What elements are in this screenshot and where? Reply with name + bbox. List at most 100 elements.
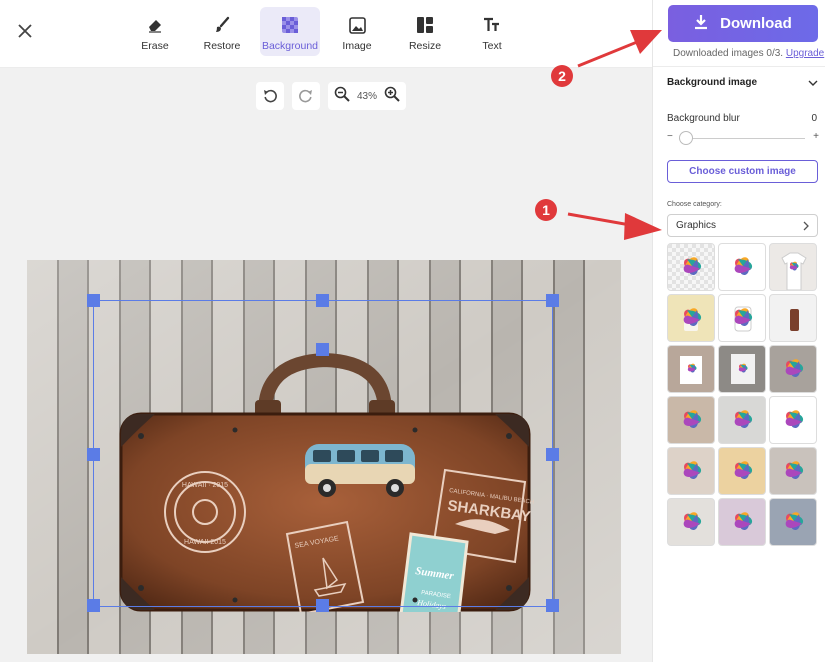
download-icon [694,14,708,34]
background-thumbnail[interactable] [667,243,715,291]
background-thumbnail[interactable] [667,447,715,495]
heart-logo-preview [683,512,702,530]
tool-restore-label: Restore [203,40,241,52]
choose-custom-image-button[interactable]: Choose custom image [667,160,818,183]
heart-logo-preview [790,309,799,331]
annotation-badge-1: 1 [535,199,557,221]
tool-erase[interactable]: Erase [125,7,185,56]
heart-logo-preview [734,410,753,428]
background-thumbnail[interactable] [769,396,817,444]
divider [653,66,825,67]
resize-handle-bl[interactable] [87,599,100,612]
blur-value: 0 [811,113,817,124]
blur-plus[interactable]: + [813,131,819,142]
heart-logo-preview [734,306,753,332]
category-value: Graphics [676,220,717,231]
close-icon[interactable] [14,20,36,42]
background-thumbnail[interactable] [667,396,715,444]
background-thumbnail[interactable] [769,498,817,546]
resize-handle-br[interactable] [546,599,559,612]
image-icon [348,16,366,34]
resize-handle-b[interactable] [316,599,329,612]
heart-logo-preview [785,359,804,377]
annotation-badge-2: 2 [551,65,573,87]
download-quota-text: Downloaded images 0/3. [673,48,784,59]
background-thumbnail[interactable] [769,294,817,342]
tool-background-label: Background [261,40,319,52]
zoom-group: 43% [328,82,406,110]
heart-logo-preview [683,308,702,331]
tool-text[interactable]: Text [462,7,522,56]
background-thumbnail[interactable] [667,498,715,546]
heart-logo-preview [734,461,753,479]
tool-background[interactable]: Background [260,7,320,56]
tool-image-label: Image [342,40,372,52]
text-icon [483,16,501,34]
category-label: Choose category: [667,201,722,208]
download-quota: Downloaded images 0/3. Upgrade [673,48,824,59]
resize-handle-r[interactable] [546,448,559,461]
heart-logo-preview [785,410,804,428]
heart-logo-preview [668,244,714,290]
background-thumbnail[interactable] [769,243,817,291]
section-title: Background image [667,77,758,88]
selection-box[interactable] [87,294,559,612]
tool-erase-label: Erase [141,40,169,52]
chevron-right-icon [801,221,811,234]
redo-button[interactable] [292,82,320,110]
rotate-handle[interactable] [316,343,329,356]
heart-logo-preview [785,512,804,530]
blur-slider[interactable]: − + [667,130,819,146]
heart-logo-preview [683,461,702,479]
download-button[interactable]: Download [668,5,818,42]
tool-resize[interactable]: Resize [395,7,455,56]
background-thumbnail[interactable] [769,447,817,495]
background-thumbnail-grid [667,243,819,546]
background-thumbnail[interactable] [667,294,715,342]
heart-logo-preview [680,356,702,384]
upgrade-link[interactable]: Upgrade [786,48,824,59]
category-select[interactable]: Graphics [667,214,818,237]
canvas-area: 43% HAWAII · 2015 HAWAII 2015 CALIFORNIA… [0,68,652,662]
tool-image[interactable]: Image [327,7,387,56]
slider-thumb[interactable] [679,131,693,145]
photo-canvas[interactable]: HAWAII · 2015 HAWAII 2015 CALIFORNIA · M… [27,260,621,654]
heart-logo-preview [734,257,753,275]
resize-handle-tr[interactable] [546,294,559,307]
tool-resize-label: Resize [408,40,442,52]
history-controls [256,82,320,110]
tool-text-label: Text [482,40,502,52]
download-label: Download [720,15,792,32]
background-thumbnail[interactable] [769,345,817,393]
resize-handle-l[interactable] [87,448,100,461]
right-panel: Download Downloaded images 0/3. Upgrade … [652,0,825,662]
tool-restore[interactable]: Restore [192,7,252,56]
brush-icon [213,16,231,34]
background-thumbnail[interactable] [718,243,766,291]
layout-icon [416,16,434,34]
heart-logo-preview [683,410,702,428]
background-thumbnail[interactable] [667,345,715,393]
resize-handle-t[interactable] [316,294,329,307]
chevron-down-icon[interactable] [807,76,819,88]
checkerboard-icon [281,16,299,34]
heart-logo-preview [734,512,753,530]
undo-button[interactable] [256,82,284,110]
background-thumbnail[interactable] [718,294,766,342]
background-thumbnail[interactable] [718,447,766,495]
zoom-in-icon[interactable] [384,86,400,107]
resize-handle-tl[interactable] [87,294,100,307]
heart-logo-preview [731,354,755,384]
background-thumbnail[interactable] [718,345,766,393]
heart-logo-preview [781,252,807,290]
top-toolbar: Erase Restore Background Image Resize Te… [0,0,652,68]
background-thumbnail[interactable] [718,396,766,444]
blur-minus[interactable]: − [667,131,673,142]
blur-label: Background blur [667,113,740,124]
eraser-icon [146,16,164,34]
zoom-level: 43% [356,90,377,102]
zoom-out-icon[interactable] [334,86,350,107]
heart-logo-preview [785,461,804,479]
background-thumbnail[interactable] [718,498,766,546]
zoom-controls: 43% [328,82,406,110]
